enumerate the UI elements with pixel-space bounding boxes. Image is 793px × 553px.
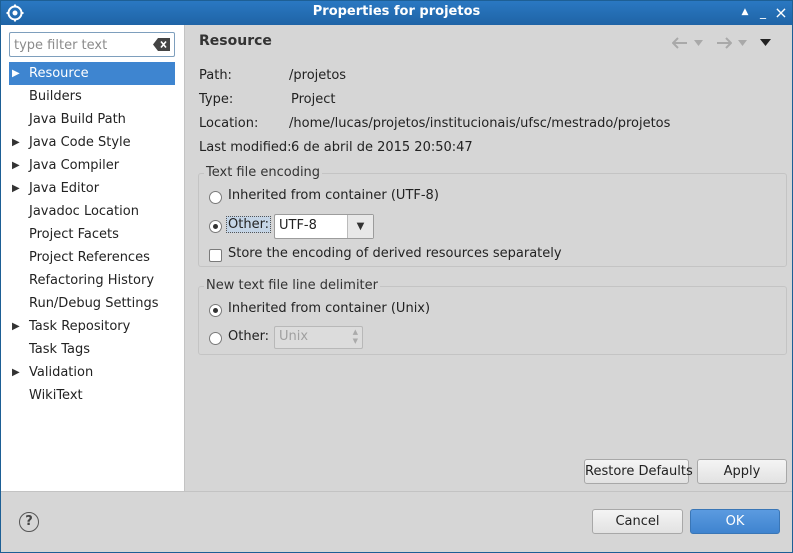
tree-item[interactable]: Builders [9, 85, 175, 108]
type-row: Type: Project [199, 90, 779, 110]
text-encoding-group: Text file encoding Inherited from contai… [198, 165, 787, 267]
back-arrow-icon[interactable] [672, 37, 688, 49]
tree-item-label: Task Tags [29, 342, 90, 357]
tree-item[interactable]: ▶ Resource [9, 62, 175, 85]
line-delimiter-group: New text file line delimiter Inherited f… [198, 278, 787, 355]
tree-item[interactable]: Java Build Path [9, 108, 175, 131]
location-value: /home/lucas/projetos/institucionais/ufsc… [289, 116, 671, 131]
tree-item[interactable]: Project Facets [9, 223, 175, 246]
encoding-other-radio[interactable] [209, 220, 222, 233]
forward-arrow-icon[interactable] [716, 37, 732, 49]
tree-item[interactable]: Refactoring History [9, 269, 175, 292]
line-delimiter-group-title: New text file line delimiter [204, 278, 380, 293]
location-label: Location: [199, 116, 259, 131]
type-label: Type: [199, 92, 234, 107]
type-value: Project [291, 92, 336, 107]
tree-item[interactable]: ▶ Java Compiler [9, 154, 175, 177]
tree-item-label: Resource [29, 66, 89, 81]
expand-arrow-icon[interactable]: ▶ [12, 62, 22, 85]
tree-item-label: Java Compiler [29, 158, 120, 173]
help-icon[interactable]: ? [19, 512, 39, 532]
combo-dropdown-icon[interactable]: ▼ [347, 215, 373, 238]
tree-item-label: Java Code Style [29, 135, 131, 150]
tree-item[interactable]: Task Tags [9, 338, 175, 361]
filter-box [9, 32, 175, 57]
path-label: Path: [199, 68, 232, 83]
page-navigation [672, 35, 782, 51]
tree-item[interactable]: Project References [9, 246, 175, 269]
location-row: Location: /home/lucas/projetos/instituci… [199, 114, 779, 134]
spinner-arrows-icon: ▲ ▼ [352, 328, 358, 345]
tree-item-label: Builders [29, 89, 82, 104]
modified-row: Last modified: 6 de abril de 2015 20:50:… [199, 138, 779, 158]
tree-item[interactable]: WikiText [9, 384, 175, 407]
expand-arrow-icon[interactable]: ▶ [12, 154, 22, 177]
back-menu-chevron-icon[interactable] [694, 40, 703, 46]
encoding-inherited-label[interactable]: Inherited from container (UTF-8) [228, 188, 439, 203]
minimize-icon[interactable]: _ [755, 4, 771, 21]
delimiter-inherited-radio[interactable] [209, 304, 222, 317]
cancel-button[interactable]: Cancel [592, 509, 683, 534]
tree-item[interactable]: ▶ Task Repository [9, 315, 175, 338]
delimiter-inherited-label[interactable]: Inherited from container (Unix) [228, 301, 430, 316]
window-up-icon[interactable]: ▲ [737, 4, 753, 21]
clear-filter-icon[interactable] [153, 38, 170, 51]
page-title: Resource [199, 33, 272, 49]
tree-item-label: Javadoc Location [29, 204, 139, 219]
modified-label: Last modified: [199, 140, 292, 155]
tree-item[interactable]: ▶ Validation [9, 361, 175, 384]
property-page-tree: ▶ Resource Builders Java Build Path ▶ Java Co… [9, 62, 175, 407]
path-value: /projetos [289, 68, 347, 83]
delimiter-spinner[interactable]: Unix ▲ ▼ [274, 326, 363, 349]
encoding-combo-value: UTF-8 [279, 218, 317, 233]
text-encoding-group-title: Text file encoding [204, 165, 323, 180]
tree-item-label: Task Repository [29, 319, 131, 334]
encoding-combo[interactable]: UTF-8 ▼ [274, 214, 374, 239]
tree-item-label: WikiText [29, 388, 83, 403]
navigation-panel: ▶ Resource Builders Java Build Path ▶ Java Co… [1, 25, 185, 491]
expand-arrow-icon[interactable]: ▶ [12, 315, 22, 338]
delimiter-spinner-value: Unix [279, 329, 309, 344]
derived-encoding-checkbox[interactable] [209, 249, 222, 262]
tree-item-label: Run/Debug Settings [29, 296, 159, 311]
dialog-button-bar: ? Cancel OK [1, 491, 792, 552]
tree-item-label: Refactoring History [29, 273, 155, 288]
tree-item-label: Project Facets [29, 227, 119, 242]
window-title: Properties for projetos [312, 4, 481, 19]
tree-item[interactable]: Run/Debug Settings [9, 292, 175, 315]
path-row: Path: /projetos [199, 66, 779, 86]
view-menu-icon[interactable] [760, 39, 771, 46]
ok-button[interactable]: OK [690, 509, 780, 534]
modified-value: 6 de abril de 2015 20:50:47 [291, 140, 473, 155]
delimiter-other-radio[interactable] [209, 332, 222, 345]
tree-item-label: Validation [29, 365, 94, 380]
delimiter-other-label[interactable]: Other: [228, 329, 269, 344]
apply-button[interactable]: Apply [697, 459, 787, 484]
derived-encoding-label[interactable]: Store the encoding of derived resources … [228, 246, 562, 261]
expand-arrow-icon[interactable]: ▶ [12, 131, 22, 154]
property-page: Resource Path: /projetos Type: Project L… [186, 25, 792, 491]
tree-item[interactable]: ▶ Java Editor [9, 177, 175, 200]
tree-item[interactable]: Javadoc Location [9, 200, 175, 223]
forward-menu-chevron-icon[interactable] [738, 40, 747, 46]
restore-defaults-button[interactable]: Restore Defaults [584, 459, 693, 484]
encoding-other-label[interactable]: Other: [226, 216, 272, 233]
expand-arrow-icon[interactable]: ▶ [12, 177, 22, 200]
title-bar: Properties for projetos ▲ _ × [1, 1, 792, 25]
properties-dialog: Properties for projetos ▲ _ × ▶ Resource B… [0, 0, 793, 553]
filter-input[interactable] [14, 36, 150, 54]
tree-item-label: Project References [29, 250, 150, 265]
encoding-inherited-radio[interactable] [209, 191, 222, 204]
tree-item[interactable]: ▶ Java Code Style [9, 131, 175, 154]
tree-item-label: Java Build Path [29, 112, 126, 127]
tree-item-label: Java Editor [29, 181, 100, 196]
close-icon[interactable]: × [773, 4, 789, 21]
expand-arrow-icon[interactable]: ▶ [12, 361, 22, 384]
